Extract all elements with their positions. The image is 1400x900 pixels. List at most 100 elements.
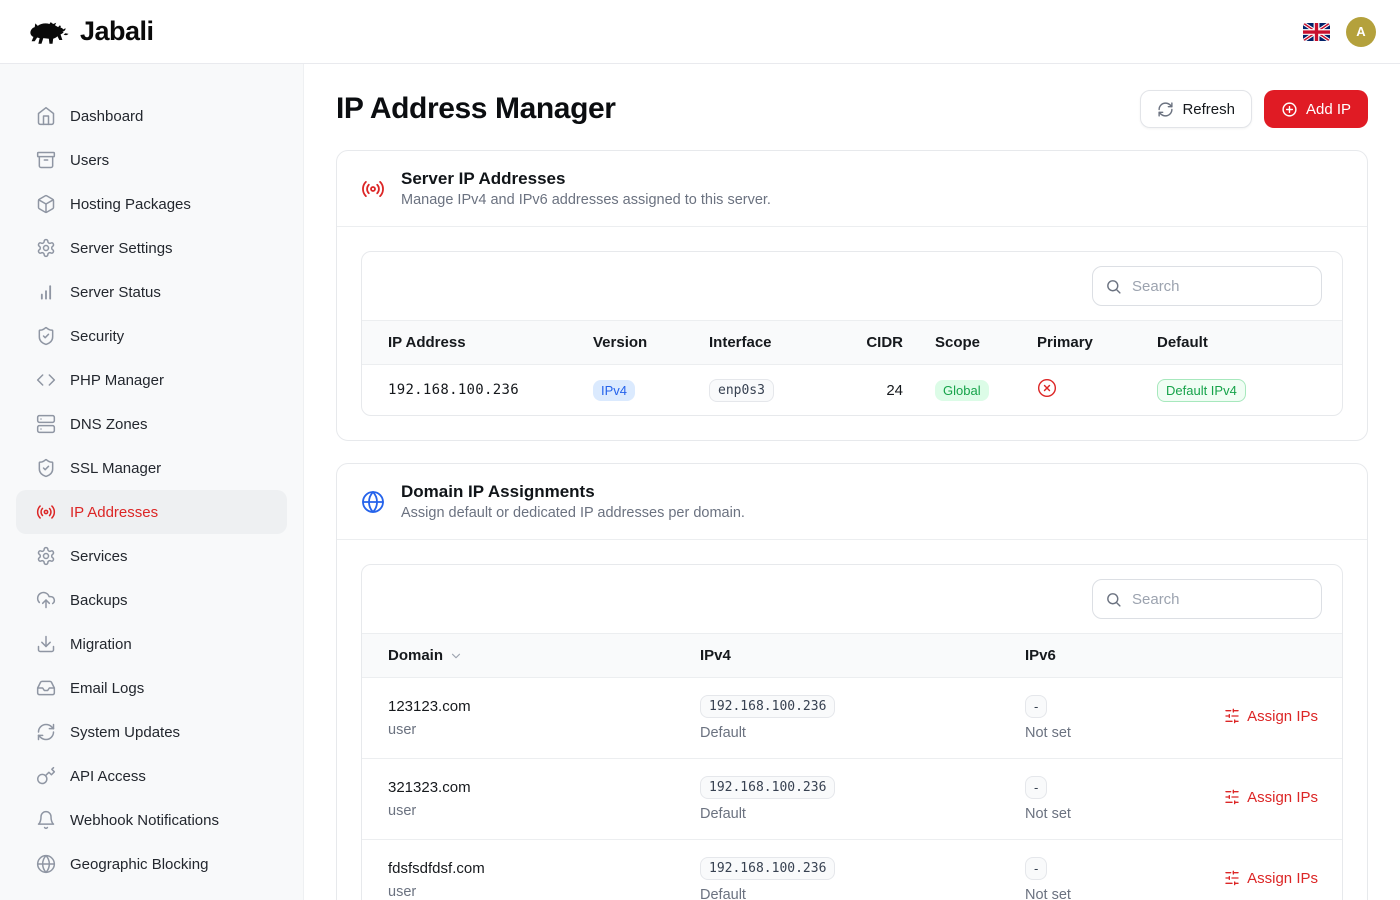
domain-assignments-card: Domain IP Assignments Assign default or … — [336, 463, 1368, 900]
sidebar-item-label: Server Status — [70, 284, 161, 301]
sidebar: Dashboard Users Hosting Packages Server … — [0, 64, 304, 900]
sidebar-item-api-access[interactable]: API Access — [16, 754, 287, 798]
bar-chart-icon — [36, 282, 56, 302]
sidebar-item-webhook-notifications[interactable]: Webhook Notifications — [16, 798, 287, 842]
sidebar-item-php-manager[interactable]: PHP Manager — [16, 358, 287, 402]
table-row: 192.168.100.236 IPv4 enp0s3 24 Global De… — [362, 365, 1342, 416]
interface-badge: enp0s3 — [709, 379, 774, 402]
sidebar-item-label: SSL Manager — [70, 460, 161, 477]
app-root: Jabali A Dashboard U — [0, 0, 1400, 900]
sidebar-item-security[interactable]: Security — [16, 314, 287, 358]
search-icon — [1105, 591, 1122, 608]
sidebar-item-server-settings[interactable]: Server Settings — [16, 226, 287, 270]
domain-table: Domain IPv4 IPv6 — [362, 633, 1342, 900]
server-icon — [36, 414, 56, 434]
sidebar-item-backups[interactable]: Backups — [16, 578, 287, 622]
not-primary-icon — [1037, 378, 1057, 398]
assign-ips-button[interactable]: Assign IPs — [1224, 870, 1318, 887]
domain-owner: user — [388, 722, 668, 738]
sidebar-item-label: PHP Manager — [70, 372, 164, 389]
home-icon — [36, 106, 56, 126]
refresh-button[interactable]: Refresh — [1140, 90, 1252, 128]
scope-badge: Global — [935, 380, 989, 401]
download-icon — [36, 634, 56, 654]
add-ip-button[interactable]: Add IP — [1264, 90, 1368, 128]
shield-check-icon — [36, 326, 56, 346]
inbox-icon — [36, 678, 56, 698]
globe-icon — [361, 490, 385, 514]
cidr-value: 24 — [839, 365, 919, 416]
ipv6-badge: - — [1025, 857, 1047, 880]
sidebar-item-label: DNS Zones — [70, 416, 148, 433]
sidebar-item-users[interactable]: Users — [16, 138, 287, 182]
domain-name: fdsfsdfdsf.com — [388, 860, 668, 877]
chevron-down-icon — [449, 649, 463, 663]
col-actions — [1191, 634, 1342, 678]
refresh-icon — [36, 722, 56, 742]
sliders-icon — [1224, 870, 1240, 886]
assign-ips-button[interactable]: Assign IPs — [1224, 789, 1318, 806]
sidebar-item-dashboard[interactable]: Dashboard — [16, 94, 287, 138]
sidebar-item-email-logs[interactable]: Email Logs — [16, 666, 287, 710]
uk-flag-icon[interactable] — [1303, 23, 1330, 41]
sidebar-item-services[interactable]: Services — [16, 534, 287, 578]
ipv4-label: Default — [700, 725, 993, 741]
sidebar-item-label: IP Addresses — [70, 504, 158, 521]
ipv6-label: Not set — [1025, 887, 1175, 900]
server-ip-search-input[interactable] — [1130, 277, 1309, 296]
sidebar-item-ip-addresses[interactable]: IP Addresses — [16, 490, 287, 534]
avatar[interactable]: A — [1346, 17, 1376, 47]
ipv4-label: Default — [700, 887, 993, 900]
domain-search-input[interactable] — [1130, 590, 1309, 609]
ipv4-badge: 192.168.100.236 — [700, 857, 835, 880]
top-bar: Jabali A — [0, 0, 1400, 64]
package-icon — [36, 194, 56, 214]
ip-address-value: 192.168.100.236 — [362, 365, 577, 416]
sidebar-item-label: Geographic Blocking — [70, 856, 208, 873]
sidebar-item-ssl-manager[interactable]: SSL Manager — [16, 446, 287, 490]
server-ip-search — [1092, 266, 1322, 306]
col-ipv6: IPv6 — [1009, 634, 1191, 678]
sidebar-item-system-updates[interactable]: System Updates — [16, 710, 287, 754]
plus-circle-icon — [1281, 101, 1298, 118]
bell-icon — [36, 810, 56, 830]
sidebar-item-label: Security — [70, 328, 124, 345]
top-right-controls: A — [1303, 17, 1376, 47]
radio-icon — [361, 177, 385, 201]
sidebar-item-label: Services — [70, 548, 128, 565]
domain-owner: user — [388, 884, 668, 900]
sidebar-item-dns-zones[interactable]: DNS Zones — [16, 402, 287, 446]
sidebar-item-geographic-blocking[interactable]: Geographic Blocking — [16, 842, 287, 886]
domain-search — [1092, 579, 1322, 619]
ipv6-label: Not set — [1025, 725, 1175, 741]
server-ip-card: Server IP Addresses Manage IPv4 and IPv6… — [336, 150, 1368, 441]
col-ipv4: IPv4 — [684, 634, 1009, 678]
page-title: IP Address Manager — [336, 92, 616, 126]
col-ip-address: IP Address — [362, 321, 577, 365]
sidebar-item-migration[interactable]: Migration — [16, 622, 287, 666]
sidebar-item-hosting-packages[interactable]: Hosting Packages — [16, 182, 287, 226]
brand[interactable]: Jabali — [24, 16, 154, 48]
main-content: IP Address Manager Refresh Add IP — [304, 64, 1400, 900]
globe-icon — [36, 854, 56, 874]
domain-name: 321323.com — [388, 779, 668, 796]
domain-owner: user — [388, 803, 668, 819]
assign-ips-button[interactable]: Assign IPs — [1224, 708, 1318, 725]
domain-row: 123123.com user 192.168.100.236 Default … — [362, 678, 1342, 759]
col-domain-sort[interactable]: Domain — [362, 634, 684, 678]
sidebar-item-label: Backups — [70, 592, 128, 609]
col-scope: Scope — [919, 321, 1021, 365]
ipv4-badge: 192.168.100.236 — [700, 695, 835, 718]
sidebar-item-label: Migration — [70, 636, 132, 653]
gear-icon — [36, 238, 56, 258]
ipv6-badge: - — [1025, 776, 1047, 799]
ipv6-label: Not set — [1025, 806, 1175, 822]
sidebar-item-server-status[interactable]: Server Status — [16, 270, 287, 314]
card-subtitle: Manage IPv4 and IPv6 addresses assigned … — [401, 192, 771, 208]
brand-name: Jabali — [80, 16, 154, 47]
ipv4-badge: 192.168.100.236 — [700, 776, 835, 799]
card-subtitle: Assign default or dedicated IP addresses… — [401, 505, 745, 521]
card-title: Server IP Addresses — [401, 169, 771, 189]
sidebar-item-label: Hosting Packages — [70, 196, 191, 213]
gear-icon — [36, 546, 56, 566]
